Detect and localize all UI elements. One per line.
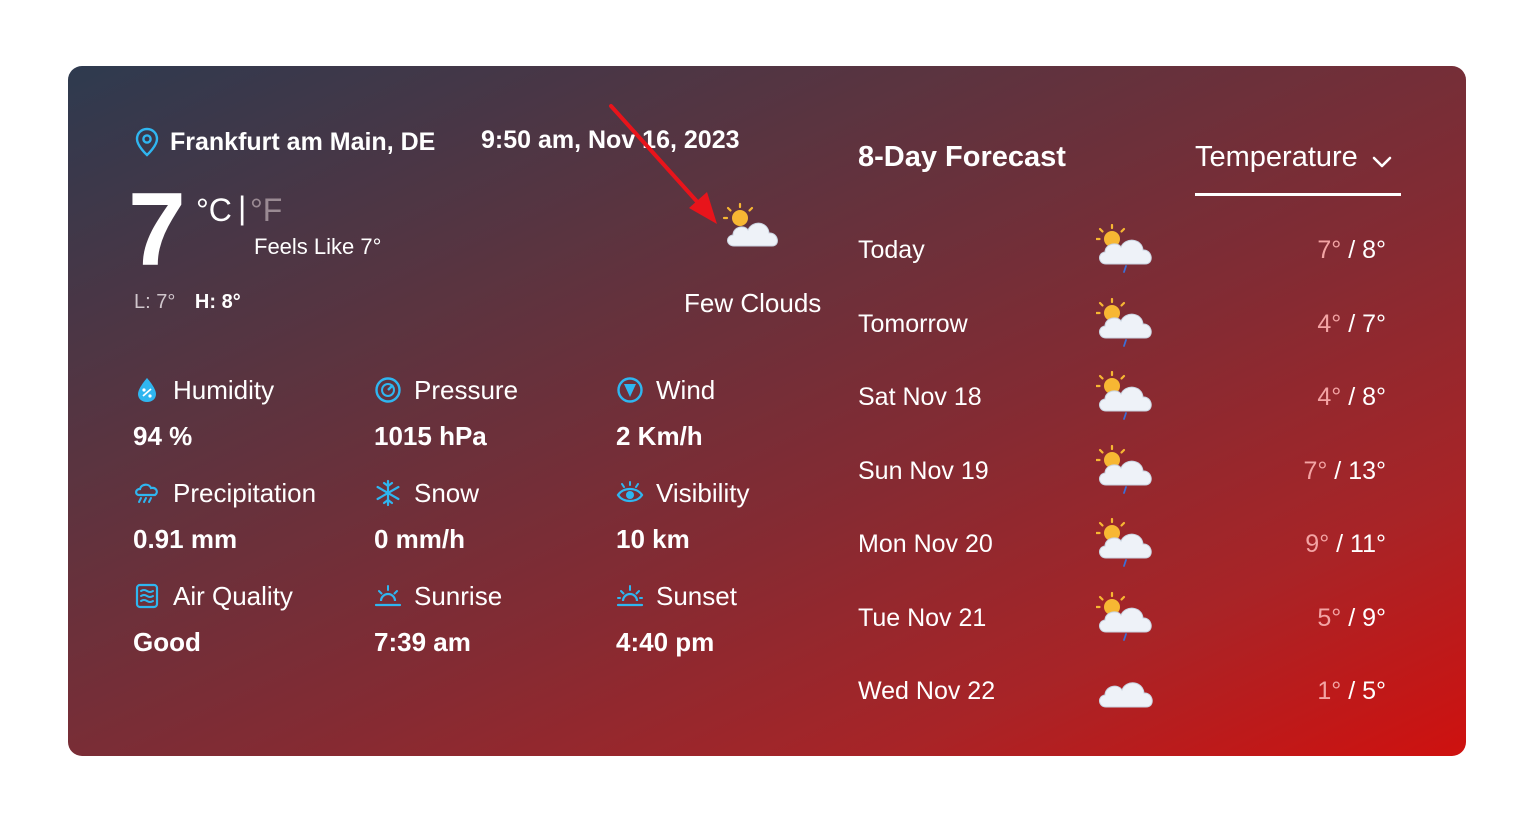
forecast-row: Tomorrow 4° / 7° <box>858 304 1398 344</box>
humidity-icon <box>138 378 156 402</box>
metric-sunrise: Sunrise 7:39 am <box>374 579 614 658</box>
metric-value: 1015 hPa <box>374 421 487 451</box>
rain-sun-icon <box>1096 224 1154 274</box>
forecast-low: 4° <box>1317 309 1342 338</box>
metric-value: 10 km <box>616 524 690 554</box>
location-pin-icon <box>135 127 159 157</box>
forecast-high: 8° <box>1362 235 1386 264</box>
sunrise-icon <box>374 585 402 607</box>
unit-celsius-toggle[interactable]: °C <box>196 192 232 229</box>
rain-sun-icon <box>1096 298 1154 348</box>
metric-label: Visibility <box>656 477 750 508</box>
metric-label: Wind <box>656 374 716 405</box>
metric-value: 0 mm/h <box>374 524 466 554</box>
air-quality-icon <box>135 583 159 609</box>
forecast-high: 8° <box>1362 382 1386 411</box>
forecast-select-label: Temperature <box>1195 141 1358 173</box>
feels-like: Feels Like 7° <box>254 234 382 259</box>
metric-visibility: Visibility 10 km <box>616 476 856 555</box>
forecast-temp: 9° / 11° <box>1305 529 1386 558</box>
forecast-row: Today 7° / 8° <box>858 230 1398 270</box>
condition-text: Few Clouds <box>684 288 822 318</box>
forecast-temp: 7° / 13° <box>1303 456 1386 485</box>
current-temperature: 7 <box>128 172 186 288</box>
forecast-temp: 1° / 5° <box>1317 676 1386 705</box>
forecast-high: 5° <box>1362 676 1386 705</box>
forecast-type-select[interactable]: Temperature <box>1195 141 1401 196</box>
metric-value: 0.91 mm <box>133 524 238 554</box>
unit-fahrenheit-toggle[interactable]: °F <box>250 192 282 229</box>
forecast-day: Tomorrow <box>858 309 968 338</box>
metric-value: Good <box>133 627 201 657</box>
forecast-low: 9° <box>1305 529 1330 558</box>
forecast-low: 1° <box>1317 676 1342 705</box>
forecast-low: 4° <box>1317 382 1342 411</box>
rain-sun-icon <box>1096 445 1154 495</box>
metric-value: 94 % <box>133 421 193 451</box>
metric-value: 2 Km/h <box>616 421 703 451</box>
forecast-low: 5° <box>1317 603 1342 632</box>
forecast-low: 7° <box>1303 456 1328 485</box>
forecast-row: Tue Nov 21 5° / 9° <box>858 598 1398 638</box>
eye-icon <box>616 481 644 503</box>
forecast-day: Today <box>858 235 925 264</box>
forecast-temp: 4° / 7° <box>1317 309 1386 338</box>
metric-humidity: Humidity 94 % <box>133 373 373 452</box>
low-high: L: 7° H: 8° <box>134 291 241 314</box>
wind-icon <box>617 377 643 403</box>
location-name: Frankfurt am Main, DE <box>170 127 436 156</box>
forecast-row: Sun Nov 19 7° / 13° <box>858 451 1398 491</box>
forecast-temp: 7° / 8° <box>1317 235 1386 264</box>
metric-label: Snow <box>414 477 480 508</box>
metric-label: Sunrise <box>414 580 503 611</box>
metric-label: Precipitation <box>173 477 317 508</box>
pressure-icon <box>375 377 401 403</box>
metric-label: Air Quality <box>173 580 293 611</box>
metric-air-quality: Air Quality Good <box>133 579 373 658</box>
forecast-day: Wed Nov 22 <box>858 676 996 705</box>
annotation-arrow <box>609 104 717 224</box>
chevron-down-icon <box>1372 156 1392 168</box>
forecast-day: Tue Nov 21 <box>858 603 987 632</box>
metric-precipitation: Precipitation 0.91 mm <box>133 476 373 555</box>
metric-pressure: Pressure 1015 hPa <box>374 373 614 452</box>
forecast-temp: 5° / 9° <box>1317 603 1386 632</box>
forecast-row: Mon Nov 20 9° / 11° <box>858 524 1398 564</box>
metric-value: 4:40 pm <box>616 627 715 657</box>
rain-sun-icon <box>1096 592 1154 642</box>
metric-label: Sunset <box>656 580 737 611</box>
few-clouds-icon <box>722 202 778 247</box>
forecast-day: Sun Nov 19 <box>858 456 989 485</box>
metric-wind: Wind 2 Km/h <box>616 373 856 452</box>
forecast-high: 13° <box>1348 456 1386 485</box>
low-temp: L: 7° <box>134 291 176 313</box>
weather-card: Frankfurt am Main, DE 9:50 am, Nov 16, 2… <box>68 66 1466 756</box>
rain-sun-icon <box>1096 518 1154 568</box>
metric-value: 7:39 am <box>374 627 471 657</box>
forecast-low: 7° <box>1317 235 1342 264</box>
forecast-day: Mon Nov 20 <box>858 529 993 558</box>
forecast-row: Wed Nov 22 1° / 5° <box>858 671 1398 711</box>
unit-separator: | <box>238 190 247 226</box>
forecast-day: Sat Nov 18 <box>858 382 982 411</box>
forecast-title: 8-Day Forecast <box>858 141 1066 173</box>
metric-label: Pressure <box>414 374 519 405</box>
forecast-high: 11° <box>1350 529 1386 558</box>
location-row: Frankfurt am Main, DE <box>134 124 435 160</box>
forecast-high: 9° <box>1362 603 1386 632</box>
forecast-temp: 4° / 8° <box>1317 382 1386 411</box>
sunset-icon <box>616 585 644 607</box>
precipitation-icon <box>135 483 158 503</box>
metric-label: Humidity <box>173 374 275 405</box>
snowflake-icon <box>376 479 400 507</box>
cloud-icon <box>1099 682 1153 708</box>
metric-snow: Snow 0 mm/h <box>374 476 614 555</box>
forecast-high: 7° <box>1362 309 1386 338</box>
metric-sunset: Sunset 4:40 pm <box>616 579 856 658</box>
forecast-row: Sat Nov 18 4° / 8° <box>858 377 1398 417</box>
high-temp: H: 8° <box>194 291 241 313</box>
rain-sun-icon <box>1096 371 1154 421</box>
